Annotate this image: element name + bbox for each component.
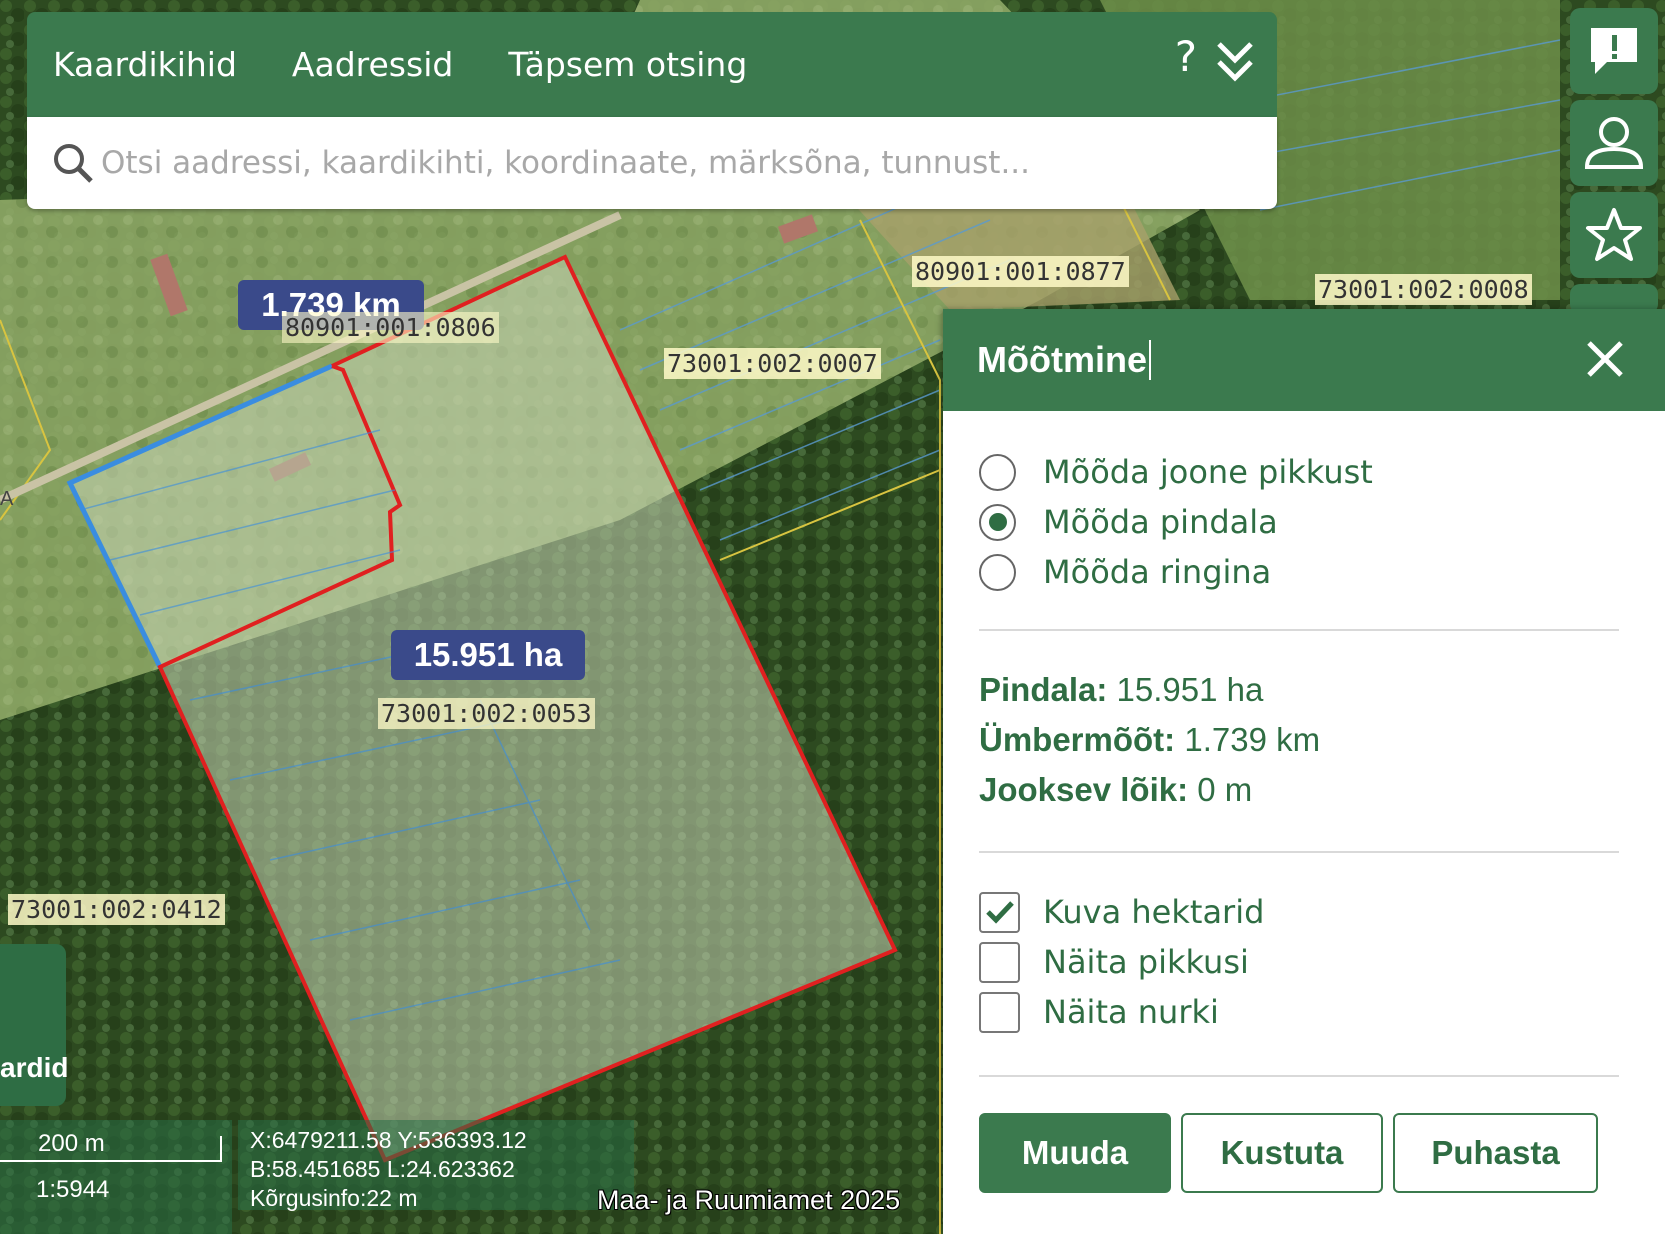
coord-bl: B:58.451685 L:24.623362 (250, 1156, 515, 1182)
checkbox-label: Näita nurki (1043, 993, 1219, 1031)
basemaps-label: ardid (0, 1052, 69, 1083)
tab-aadressid[interactable]: Aadressid (292, 45, 453, 84)
star-icon (1586, 208, 1642, 261)
checkbox[interactable] (979, 991, 1020, 1033)
radio-area[interactable] (979, 503, 1016, 541)
parcel-label: 80901:001:0806 (282, 312, 499, 343)
divider (979, 629, 1619, 631)
copyright-text: Maa- ja Ruumiamet 2025 (597, 1185, 901, 1215)
measure-mode-options: Mõõda joone pikkust Mõõda pindala Mõõda … (943, 411, 1665, 597)
panel-header: Mõõtmine (943, 309, 1665, 411)
checkbox-show-angles[interactable]: Näita nurki (979, 987, 1264, 1037)
coord-height: Kõrgusinfo:22 m (250, 1185, 418, 1211)
parcel-label: 73001:002:0007 (664, 348, 881, 379)
delete-button[interactable]: Kustuta (1181, 1113, 1383, 1193)
road-label: A (0, 488, 14, 510)
area-label: 15.951 ha (391, 630, 585, 680)
stat-segment: Jooksev lõik: 0 m (979, 771, 1320, 821)
top-toolbar: Kaardikihid Aadressid Täpsem otsing ? (27, 12, 1277, 117)
tab-kaardikihid[interactable]: Kaardikihid (53, 45, 237, 84)
stat-perimeter-value: 1.739 km (1184, 721, 1321, 758)
parcel-label: 73001:002:0053 (378, 698, 595, 729)
coordinate-readout: X:6479211.58 Y:536393.12 B:58.451685 L:2… (238, 1120, 634, 1211)
stat-segment-value: 0 m (1197, 771, 1253, 808)
coord-xy: X:6479211.58 Y:536393.12 (250, 1127, 527, 1153)
panel-title: Mõõtmine (977, 339, 1147, 380)
radio-circle[interactable] (979, 553, 1016, 591)
feedback-icon (1591, 28, 1637, 74)
scale-bar (0, 1160, 222, 1162)
option-circle[interactable]: Mõõda ringina (979, 547, 1665, 597)
scale-box: 200 m 1:5944 (0, 1120, 232, 1234)
checkbox-show-hectares[interactable]: Kuva hektarid (979, 887, 1264, 937)
parcel-label: 73001:002:0412 (8, 894, 225, 925)
edit-button[interactable]: Muuda (979, 1113, 1171, 1193)
checkbox-label: Näita pikkusi (1043, 943, 1249, 981)
measure-panel: Mõõtmine Mõõda joone pikkust Mõõda pinda… (943, 309, 1665, 1234)
scale-bar-tick (220, 1136, 222, 1162)
parcel-label: 80901:001:0877 (912, 256, 1129, 287)
option-label: Mõõda ringina (1043, 553, 1272, 591)
option-label: Mõõda pindala (1043, 503, 1278, 541)
close-icon[interactable] (1585, 339, 1625, 379)
help-button[interactable]: ? (1175, 32, 1197, 81)
panel-actions: Muuda Kustuta Puhasta (979, 1113, 1608, 1193)
parcel-label: 73001:002:0008 (1315, 274, 1532, 305)
divider (979, 1075, 1619, 1077)
check-icon (985, 901, 1014, 924)
user-icon (1584, 117, 1644, 169)
feedback-button[interactable] (1570, 8, 1658, 94)
tab-tapsem-otsing[interactable]: Täpsem otsing (508, 45, 747, 84)
option-area[interactable]: Mõõda pindala (979, 497, 1665, 547)
option-label: Mõõda joone pikkust (1043, 453, 1373, 491)
display-options: Kuva hektarid Näita pikkusi Näita nurki (979, 887, 1264, 1037)
scale-ratio: 1:5944 (36, 1176, 110, 1203)
measure-stats: Pindala: 15.951 ha Ümbermõõt: 1.739 km J… (979, 671, 1320, 821)
stat-perimeter-label: Ümbermõõt: (979, 721, 1176, 758)
favorites-button[interactable] (1570, 192, 1658, 278)
checkbox-label: Kuva hektarid (1043, 893, 1265, 931)
checkbox[interactable] (979, 891, 1020, 933)
checkbox[interactable] (979, 941, 1020, 983)
option-line-length[interactable]: Mõõda joone pikkust (979, 447, 1665, 497)
stat-segment-label: Jooksev lõik: (979, 771, 1189, 808)
divider (979, 851, 1619, 853)
stat-area-value: 15.951 ha (1116, 671, 1264, 708)
scale-text: 200 m (38, 1130, 105, 1157)
user-button[interactable] (1570, 100, 1658, 186)
stat-perimeter: Ümbermõõt: 1.739 km (979, 721, 1320, 771)
search-input[interactable] (101, 145, 1277, 181)
clear-button[interactable]: Puhasta (1393, 1113, 1598, 1193)
text-caret (1148, 340, 1151, 380)
checkbox-show-lengths[interactable]: Näita pikkusi (979, 937, 1264, 987)
area-label-text: 15.951 ha (413, 636, 563, 673)
search-icon[interactable] (51, 141, 95, 185)
search-bar (27, 117, 1277, 209)
stat-area: Pindala: 15.951 ha (979, 671, 1320, 721)
stat-area-label: Pindala: (979, 671, 1108, 708)
collapse-chevron-icon[interactable] (1215, 40, 1255, 84)
radio-line-length[interactable] (979, 453, 1016, 491)
